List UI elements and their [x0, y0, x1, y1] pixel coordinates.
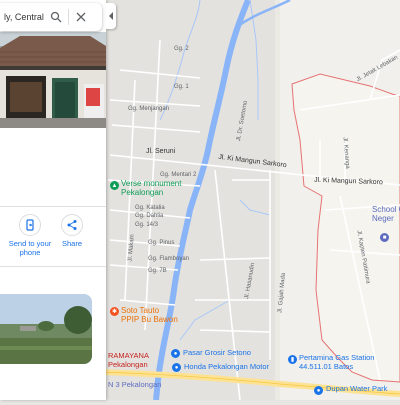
poi-sub: PPIP Bu Bawon [121, 315, 178, 324]
street-label: Gg. 7B [148, 268, 167, 274]
close-icon [76, 12, 86, 22]
street-label: Gg. Mentari 2 [160, 172, 197, 178]
restaurant-icon[interactable]: ✱ [110, 307, 119, 316]
park-icon[interactable]: ▲ [110, 181, 119, 190]
poi-honda[interactable]: Honda Pekalongan Motor [184, 362, 269, 371]
poi-n3-pekalongan[interactable]: N 3 Pekalongan [108, 380, 161, 389]
poi-pasar-grosir-setono[interactable]: Pasar Grosir Setono [171, 348, 251, 357]
close-button[interactable] [69, 5, 93, 29]
send-to-phone-icon [19, 214, 41, 236]
poi-sub: Pekalongan [121, 188, 164, 197]
street-label: Gg. Pinus [148, 240, 175, 246]
street-label: Gg. Dahlia [135, 213, 164, 219]
street-label: Gg. Flamboyan [148, 256, 190, 262]
street-label: Gg. 14/3 [135, 222, 159, 228]
send-to-phone-label: Send to your phone [8, 239, 52, 257]
poi-sub: 44.511.01 Batos [299, 362, 354, 371]
share-button[interactable]: Share [50, 214, 94, 248]
share-icon [61, 214, 83, 236]
poi-verse-monument[interactable]: Verse monument Pekalongan [121, 179, 181, 197]
poi-soto-tauto[interactable]: Soto Tauto PPIP Bu Bawon [121, 306, 178, 324]
poi-name: Pertamina Gas Station [299, 353, 375, 362]
photo-thumbnail[interactable] [0, 294, 92, 364]
road-label-seruni: Jl. Seruni [146, 148, 176, 155]
water-park-icon[interactable]: ● [314, 386, 323, 395]
street-label: Gg. Menjangan [128, 106, 170, 112]
poi-pertamina[interactable]: Pertamina Gas Station 44.511.01 Batos [299, 353, 374, 371]
street-label: Gg. 2 [174, 46, 189, 52]
motorcycle-icon[interactable]: ● [172, 363, 181, 372]
school-icon[interactable]: ■ [380, 233, 389, 242]
place-photo[interactable] [0, 32, 106, 128]
search-input[interactable]: ly, Central ... [4, 12, 44, 22]
place-photo-image [0, 32, 106, 128]
poi-name: School C [372, 205, 400, 214]
poi-sub: Pekalongan [108, 360, 148, 369]
divider [0, 206, 106, 207]
poi-name: RAMAYANA [108, 351, 149, 360]
gas-station-icon[interactable]: ▮ [288, 355, 297, 364]
poi-name: Verse monument [121, 179, 182, 188]
collapse-panel-button[interactable] [106, 3, 116, 29]
share-label: Share [61, 239, 82, 248]
poi-sub: Neger [372, 214, 394, 223]
poi-ramayana[interactable]: RAMAYANA Pekalongan [108, 351, 149, 369]
chevron-left-icon [109, 12, 113, 20]
poi-school[interactable]: School C Neger [372, 205, 400, 223]
search-icon [50, 11, 62, 23]
place-side-panel: Send to your phone Share [0, 0, 106, 400]
street-label: Gg. Katalia [135, 205, 165, 211]
poi-dupan-water-park[interactable]: Dupan Water Park [326, 384, 387, 393]
street-label: Gg. 1 [174, 84, 189, 90]
send-to-phone-button[interactable]: Send to your phone [8, 214, 52, 257]
search-button[interactable] [44, 5, 68, 29]
search-box[interactable]: ly, Central ... [0, 3, 102, 31]
poi-name: Soto Tauto [121, 306, 160, 315]
divider [0, 266, 106, 267]
photo-thumbnail-image [0, 294, 92, 364]
